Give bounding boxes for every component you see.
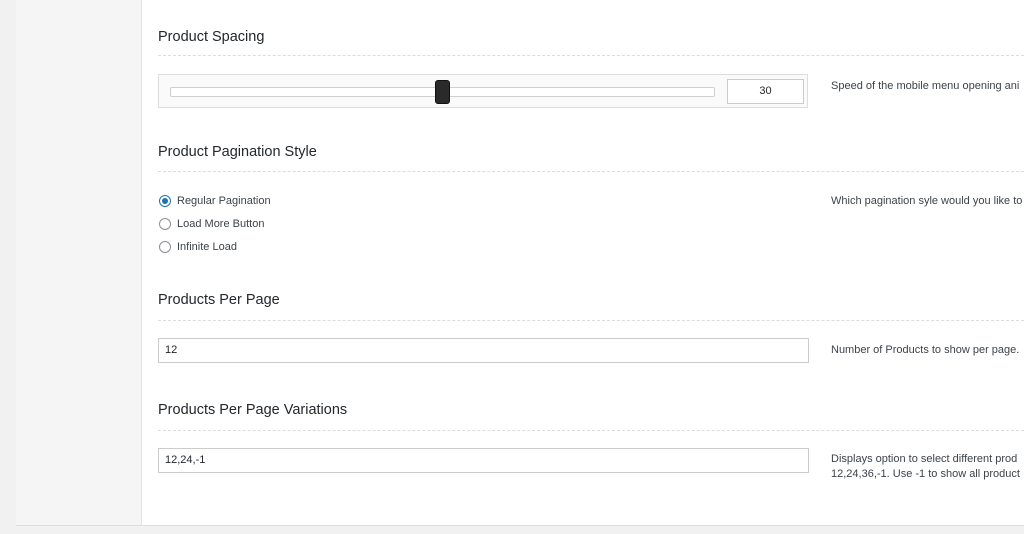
radio-load-more-button[interactable]: Load More Button <box>159 216 264 232</box>
admin-sidebar <box>16 0 142 525</box>
products-per-page-description: Number of Products to show per page. <box>831 344 1020 356</box>
radio-infinite-load[interactable]: Infinite Load <box>159 239 237 255</box>
radio-button-checked[interactable] <box>159 195 171 207</box>
product-spacing-title: Product Spacing <box>158 29 265 45</box>
radio-button[interactable] <box>159 218 171 230</box>
section-divider <box>158 430 1024 431</box>
section-divider <box>158 55 1024 56</box>
products-per-page-input[interactable]: 12 <box>158 338 809 363</box>
product-spacing-slider-box: 30 <box>158 74 808 108</box>
radio-label: Load More Button <box>177 218 265 230</box>
section-divider <box>158 171 1024 172</box>
radio-button[interactable] <box>159 241 171 253</box>
settings-panel: Product Spacing 30 Speed of the mobile m… <box>142 0 1024 525</box>
section-divider <box>158 320 1024 321</box>
product-spacing-description: Speed of the mobile menu opening ani <box>831 80 1020 92</box>
product-spacing-slider-handle[interactable] <box>435 80 450 104</box>
radio-regular-pagination[interactable]: Regular Pagination <box>159 193 271 209</box>
product-pagination-description: Which pagination syle would you like to <box>831 195 1023 207</box>
products-per-page-variations-input[interactable]: 12,24,-1 <box>158 448 809 473</box>
panel-bottom-border <box>16 525 1024 526</box>
products-per-page-title: Products Per Page <box>158 292 280 308</box>
products-per-page-variations-description-line2: 12,24,36,-1. Use -1 to show all product <box>831 468 1020 480</box>
products-per-page-variations-description-line1: Displays option to select different prod <box>831 453 1018 465</box>
products-per-page-variations-title: Products Per Page Variations <box>158 402 348 418</box>
product-pagination-style-title: Product Pagination Style <box>158 144 317 160</box>
radio-label: Infinite Load <box>177 241 237 253</box>
radio-label: Regular Pagination <box>177 195 271 207</box>
product-spacing-value-input[interactable]: 30 <box>727 79 804 104</box>
